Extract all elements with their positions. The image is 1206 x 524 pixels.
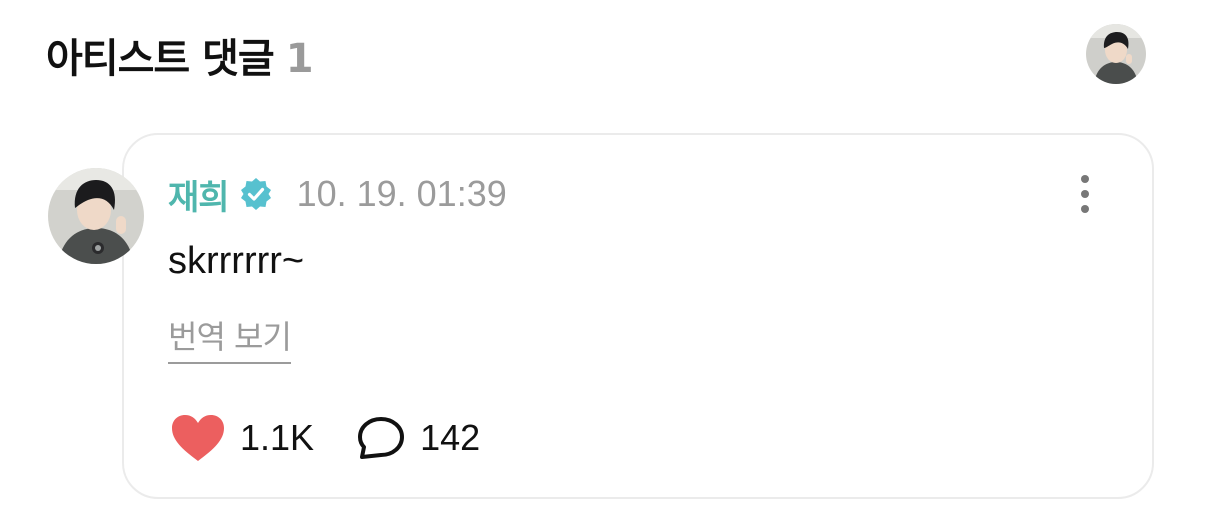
comment-timestamp: 10. 19. 01:39 bbox=[296, 173, 507, 214]
artist-avatar-icon[interactable] bbox=[1086, 24, 1146, 84]
speech-bubble-icon bbox=[358, 417, 405, 459]
comment-actions: 1.1K 142 bbox=[170, 410, 480, 466]
section-header: 아티스트 댓글 1 bbox=[46, 26, 314, 84]
reply-button[interactable]: 142 bbox=[356, 415, 480, 461]
more-vertical-icon[interactable] bbox=[1073, 173, 1097, 215]
section-title: 아티스트 댓글 bbox=[46, 36, 275, 82]
reply-count: 142 bbox=[420, 417, 481, 458]
verified-badge-icon bbox=[240, 178, 271, 210]
translate-link[interactable]: 번역 보기 bbox=[168, 312, 292, 364]
heart-icon bbox=[172, 415, 224, 461]
like-count: 1.1K bbox=[240, 417, 315, 458]
comment-count: 1 bbox=[285, 36, 314, 82]
comment-meta: 재희 10. 19. 01:39 bbox=[168, 170, 507, 219]
like-button[interactable]: 1.1K bbox=[170, 413, 314, 463]
author-name[interactable]: 재희 bbox=[168, 170, 230, 219]
comment-body: skrrrrrr~ bbox=[168, 240, 305, 282]
author-avatar-icon[interactable] bbox=[48, 168, 144, 264]
